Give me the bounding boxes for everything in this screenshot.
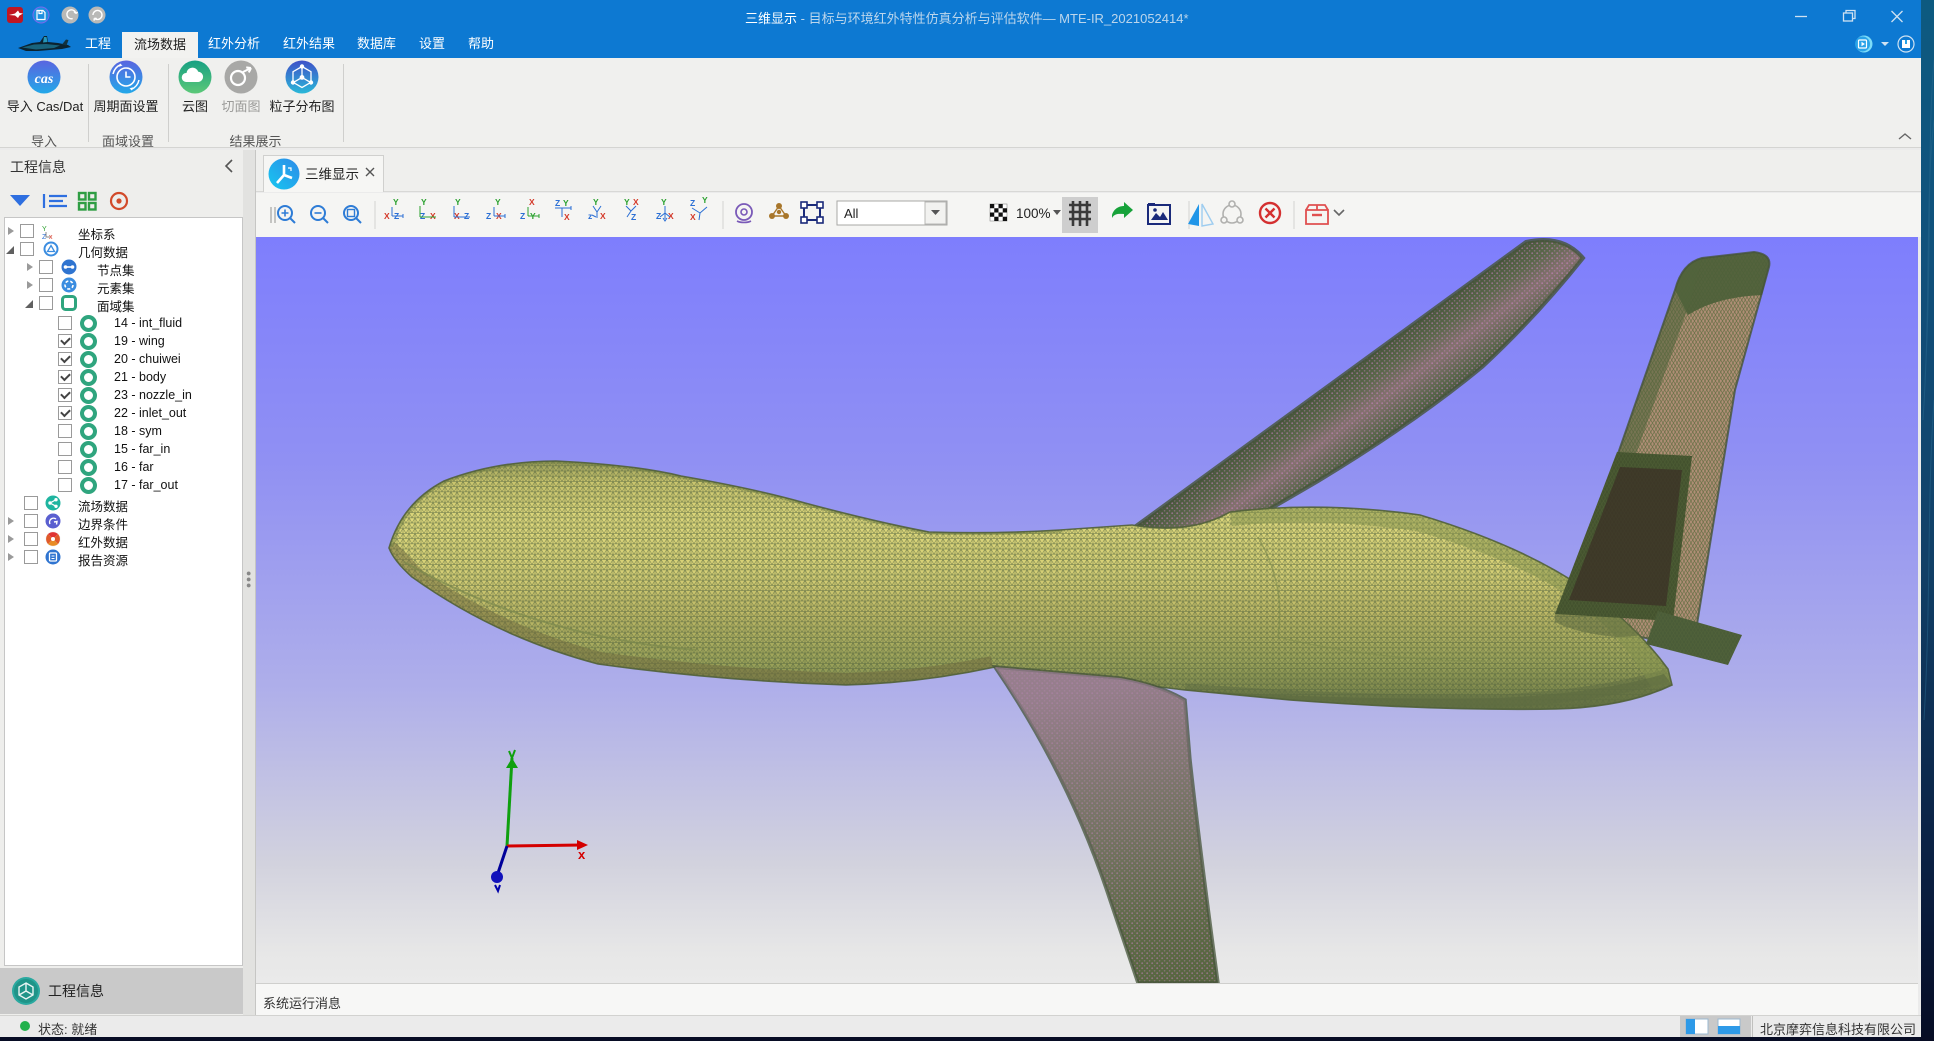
- svg-text:Z: Z: [486, 211, 491, 221]
- svg-text:Y: Y: [393, 197, 399, 207]
- svg-text:X: X: [454, 211, 460, 221]
- svg-text:All: All: [844, 206, 859, 221]
- svg-text:Y: Y: [661, 197, 667, 207]
- svg-text:Y: Y: [455, 197, 461, 207]
- svg-text:Y: Y: [593, 197, 599, 207]
- svg-text:Z: Z: [690, 198, 695, 208]
- svg-text:X: X: [384, 211, 390, 221]
- svg-text:X: X: [529, 197, 535, 207]
- svg-text:Y: Y: [495, 197, 501, 207]
- svg-text:X: X: [430, 211, 436, 221]
- svg-text:X: X: [564, 212, 570, 222]
- svg-text:Y: Y: [421, 197, 427, 207]
- svg-text:X: X: [690, 212, 696, 222]
- svg-text:Z: Z: [631, 212, 636, 222]
- svg-text:Z: Z: [420, 211, 425, 221]
- svg-text:X: X: [633, 197, 639, 207]
- svg-text:Z: Z: [555, 198, 560, 208]
- svg-text:cas: cas: [35, 72, 54, 87]
- svg-text:Y: Y: [624, 197, 630, 207]
- svg-text:X: X: [600, 211, 606, 221]
- svg-text:Z: Z: [656, 211, 661, 221]
- svg-text:x: x: [578, 847, 586, 862]
- svg-text:100%: 100%: [1016, 206, 1051, 221]
- svg-text:Z: Z: [520, 211, 525, 221]
- svg-text:Z: Z: [464, 211, 469, 221]
- svg-text:Y: Y: [42, 226, 47, 233]
- svg-text:Y: Y: [702, 195, 708, 205]
- svg-text:z: z: [588, 211, 592, 221]
- svg-text:Y: Y: [563, 198, 569, 208]
